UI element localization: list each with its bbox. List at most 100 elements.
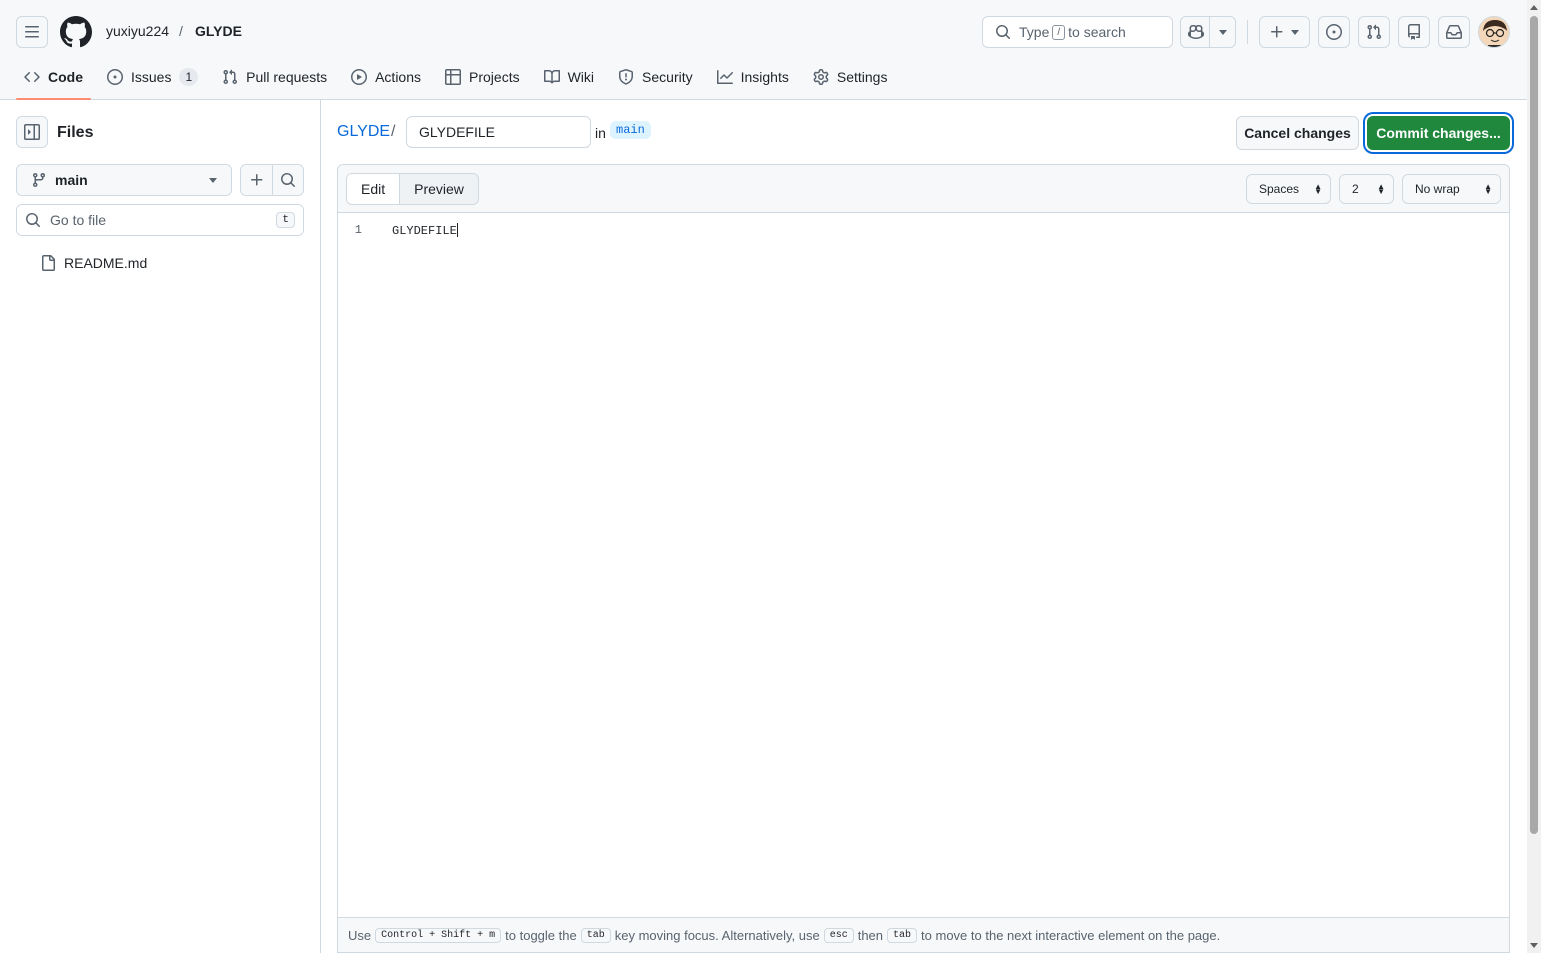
search-shortcut-key: /	[1052, 24, 1066, 40]
scroll-down-arrow-icon[interactable]	[1530, 943, 1538, 948]
tab-edit[interactable]: Edit	[347, 174, 401, 204]
hamburger-menu-button[interactable]	[16, 16, 48, 48]
breadcrumb-repo-link[interactable]: GLYDE	[337, 123, 390, 141]
search-icon	[996, 25, 1010, 39]
hamburger-icon	[25, 26, 39, 38]
hint-text: to move to the next interactive element …	[921, 927, 1221, 943]
tab-pull-requests[interactable]: Pull requests	[214, 60, 335, 94]
pull-requests-button[interactable]	[1358, 16, 1390, 48]
copilot-icon	[1188, 24, 1204, 40]
table-icon	[445, 69, 462, 85]
owner-link[interactable]: yuxiyu224	[106, 23, 169, 39]
create-new-button[interactable]	[1259, 16, 1310, 48]
gear-icon	[813, 69, 829, 85]
scrollbar-thumb[interactable]	[1530, 16, 1538, 834]
keyboard-hint-bar: Use Control + Shift + m to toggle the ta…	[338, 917, 1509, 952]
search-icon	[26, 213, 40, 227]
play-icon	[351, 69, 368, 85]
repositories-button[interactable]	[1398, 16, 1430, 48]
github-logo-icon[interactable]	[59, 16, 92, 48]
select-arrows-icon: ▲ ▼	[1484, 182, 1492, 196]
indent-size-select[interactable]: 2 ▲ ▼	[1339, 174, 1394, 204]
inbox-button[interactable]	[1438, 16, 1470, 48]
tab-label: Security	[642, 69, 693, 85]
git-pull-request-icon	[1367, 24, 1382, 40]
editor-toolbar: Edit Preview Spaces ▲ ▼ 2 ▲ ▼ No wrap ▲ ▼	[338, 165, 1509, 213]
hint-text: to toggle the	[505, 927, 577, 943]
file-icon	[42, 255, 55, 271]
repo-link[interactable]: GLYDE	[195, 23, 242, 39]
line-content[interactable]: GLYDEFILE	[392, 223, 458, 238]
commit-changes-button[interactable]: Commit changes...	[1367, 116, 1510, 150]
breadcrumb-separator: /	[391, 123, 396, 140]
wrap-mode-select[interactable]: No wrap ▲ ▼	[1402, 174, 1501, 204]
in-label: in	[595, 125, 606, 141]
search-input[interactable]: Type / to search	[982, 16, 1173, 48]
tab-issues[interactable]: Issues 1	[99, 60, 206, 94]
branch-name: main	[55, 172, 88, 188]
hint-text: Use	[348, 927, 372, 943]
tab-actions[interactable]: Actions	[343, 60, 429, 94]
tab-preview[interactable]: Preview	[400, 174, 478, 204]
repo-nav-tabs: Code Issues 1 Pull requests Actions Proj…	[16, 60, 903, 100]
indent-mode-select[interactable]: Spaces ▲ ▼	[1246, 174, 1331, 204]
search-icon[interactable]	[280, 172, 296, 188]
inbox-icon	[1446, 25, 1462, 39]
graph-icon	[716, 70, 733, 84]
tab-projects[interactable]: Projects	[437, 60, 528, 94]
edit-preview-toggle: Edit Preview	[346, 173, 479, 205]
tab-label: Actions	[375, 69, 422, 85]
hint-text: key moving focus. Alternatively, use	[614, 927, 820, 943]
copilot-dropdown-caret-icon[interactable]	[1219, 30, 1227, 35]
search-prefix: Type	[1019, 24, 1050, 40]
tab-label: Pull requests	[246, 69, 328, 85]
issue-icon	[107, 69, 123, 85]
tab-label: Wiki	[567, 69, 595, 85]
esc-kbd: esc	[823, 927, 854, 943]
code-icon	[24, 71, 40, 83]
issue-opened-icon	[1326, 24, 1342, 40]
tab-insights[interactable]: Insights	[709, 60, 797, 94]
hint-text: then	[857, 927, 884, 943]
files-heading: Files	[57, 124, 94, 141]
search-suffix: to search	[1068, 24, 1126, 40]
user-avatar[interactable]	[1478, 16, 1510, 48]
tab-label: Settings	[836, 69, 888, 85]
tab-wiki[interactable]: Wiki	[536, 60, 602, 94]
branch-selector[interactable]: main	[16, 164, 232, 196]
go-to-file-input[interactable]: Go to file t	[16, 204, 304, 236]
code-editor: Edit Preview Spaces ▲ ▼ 2 ▲ ▼ No wrap ▲ ▼ 1…	[337, 164, 1510, 953]
tab-security[interactable]: Security	[610, 60, 701, 94]
file-tree-sidebar: Files main Go to file t README.md	[0, 100, 321, 953]
tab-label: Projects	[469, 69, 520, 85]
repo-header: yuxiyu224 / GLYDE Type / to search Code …	[0, 0, 1527, 100]
issues-button[interactable]	[1318, 16, 1350, 48]
collapse-sidebar-button[interactable]	[16, 116, 48, 148]
text-cursor	[456, 223, 458, 237]
shortcut-kbd: Control + Shift + m	[375, 927, 502, 943]
plus-icon	[1271, 26, 1283, 38]
indent-mode-value: Spaces	[1259, 182, 1300, 196]
copilot-button[interactable]	[1180, 16, 1236, 48]
page-scrollbar[interactable]	[1527, 0, 1541, 953]
breadcrumb-separator: /	[179, 23, 183, 39]
scroll-up-arrow-icon[interactable]	[1530, 5, 1538, 10]
cancel-changes-button[interactable]: Cancel changes	[1236, 116, 1359, 150]
tab-label: Insights	[740, 69, 789, 85]
file-tree-item[interactable]: README.md	[40, 255, 147, 271]
tab-code[interactable]: Code	[16, 60, 91, 100]
sidebar-collapse-icon	[24, 124, 40, 140]
issues-count-badge: 1	[179, 68, 199, 86]
select-arrows-icon: ▲ ▼	[1377, 182, 1385, 196]
target-branch-badge: main	[610, 121, 651, 139]
tab-label: Code	[48, 69, 83, 85]
tab-kbd: tab	[887, 927, 918, 943]
shield-icon	[619, 69, 634, 85]
indent-size-value: 2	[1352, 182, 1359, 196]
tab-kbd: tab	[580, 927, 611, 943]
plus-icon[interactable]	[249, 172, 265, 188]
tab-settings[interactable]: Settings	[805, 60, 896, 94]
filename-input[interactable]	[406, 116, 591, 148]
code-line[interactable]: 1 GLYDEFILE	[338, 223, 458, 238]
git-branch-icon	[32, 173, 45, 188]
